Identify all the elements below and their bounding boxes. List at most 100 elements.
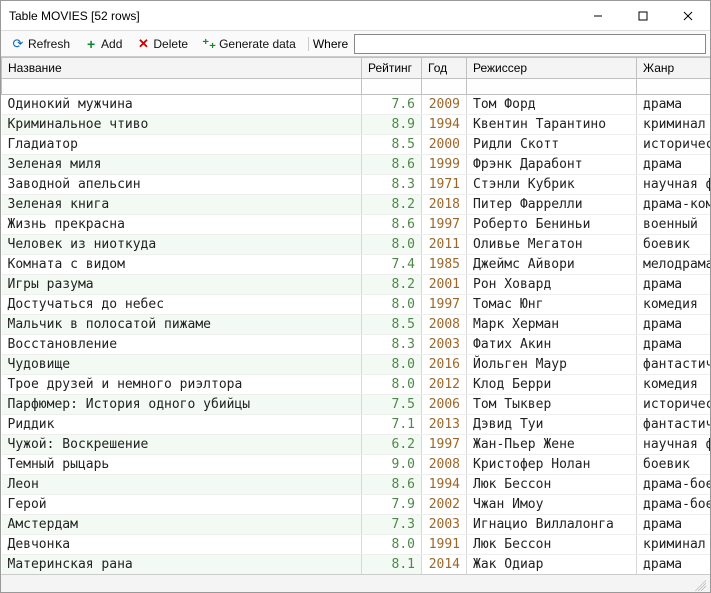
cell-title[interactable]: Человек из ниоткуда: [2, 235, 362, 255]
cell-director[interactable]: Питер Фаррелли: [467, 195, 637, 215]
cell-rating[interactable]: 8.0: [362, 375, 422, 395]
cell-rating[interactable]: 8.5: [362, 315, 422, 335]
table-row[interactable]: Чужой: Воскрешение6.21997Жан-Пьер Женена…: [2, 435, 711, 455]
cell-genre[interactable]: драма: [637, 515, 711, 535]
cell-genre[interactable]: научная фан: [637, 175, 711, 195]
filter-title[interactable]: [2, 79, 362, 95]
cell-director[interactable]: Ридли Скотт: [467, 135, 637, 155]
cell-title[interactable]: Восстановление: [2, 335, 362, 355]
close-button[interactable]: [665, 1, 710, 30]
cell-year[interactable]: 1994: [422, 475, 467, 495]
cell-rating[interactable]: 8.9: [362, 115, 422, 135]
cell-year[interactable]: 2003: [422, 335, 467, 355]
cell-genre[interactable]: драма: [637, 555, 711, 575]
cell-year[interactable]: 2013: [422, 415, 467, 435]
cell-director[interactable]: Жан-Пьер Жене: [467, 435, 637, 455]
cell-genre[interactable]: боевик: [637, 235, 711, 255]
cell-director[interactable]: Кристофер Нолан: [467, 455, 637, 475]
cell-rating[interactable]: 8.1: [362, 555, 422, 575]
cell-title[interactable]: Материнская рана: [2, 555, 362, 575]
cell-year[interactable]: 2003: [422, 515, 467, 535]
table-row[interactable]: Игры разума8.22001Рон Ховарддрама: [2, 275, 711, 295]
cell-title[interactable]: Трое друзей и немного риэлтора: [2, 375, 362, 395]
cell-year[interactable]: 1997: [422, 215, 467, 235]
cell-year[interactable]: 1985: [422, 255, 467, 275]
cell-year[interactable]: 1997: [422, 295, 467, 315]
cell-director[interactable]: Джеймс Айвори: [467, 255, 637, 275]
table-row[interactable]: Мальчик в полосатой пижаме8.52008Марк Хе…: [2, 315, 711, 335]
generate-data-button[interactable]: ⁺₊ Generate data: [196, 34, 302, 54]
cell-director[interactable]: Квентин Тарантино: [467, 115, 637, 135]
cell-year[interactable]: 2014: [422, 555, 467, 575]
table-row[interactable]: Девчонка8.01991Люк Бессонкриминал: [2, 535, 711, 555]
cell-title[interactable]: Риддик: [2, 415, 362, 435]
cell-genre[interactable]: исторически: [637, 135, 711, 155]
cell-title[interactable]: Одинокий мужчина: [2, 95, 362, 115]
cell-rating[interactable]: 8.5: [362, 135, 422, 155]
cell-rating[interactable]: 7.1: [362, 415, 422, 435]
cell-director[interactable]: Оливье Мегатон: [467, 235, 637, 255]
cell-year[interactable]: 2006: [422, 395, 467, 415]
table-row[interactable]: Темный рыцарь9.02008Кристофер Ноланбоеви…: [2, 455, 711, 475]
cell-title[interactable]: Леон: [2, 475, 362, 495]
cell-year[interactable]: 2008: [422, 455, 467, 475]
cell-genre[interactable]: драма: [637, 275, 711, 295]
cell-title[interactable]: Девчонка: [2, 535, 362, 555]
cell-title[interactable]: Чужой: Воскрешение: [2, 435, 362, 455]
cell-genre[interactable]: драма-боеви: [637, 495, 711, 515]
cell-genre[interactable]: комедия: [637, 375, 711, 395]
cell-year[interactable]: 2016: [422, 355, 467, 375]
table-row[interactable]: Гладиатор8.52000Ридли Скоттисторически: [2, 135, 711, 155]
cell-director[interactable]: Марк Херман: [467, 315, 637, 335]
cell-rating[interactable]: 7.6: [362, 95, 422, 115]
cell-genre[interactable]: боевик: [637, 455, 711, 475]
cell-title[interactable]: Заводной апельсин: [2, 175, 362, 195]
table-row[interactable]: Криминальное чтиво8.91994Квентин Таранти…: [2, 115, 711, 135]
cell-title[interactable]: Мальчик в полосатой пижаме: [2, 315, 362, 335]
cell-title[interactable]: Зеленая книга: [2, 195, 362, 215]
cell-year[interactable]: 2009: [422, 95, 467, 115]
maximize-button[interactable]: [620, 1, 665, 30]
cell-genre[interactable]: драма: [637, 335, 711, 355]
cell-rating[interactable]: 6.2: [362, 435, 422, 455]
cell-year[interactable]: 2002: [422, 495, 467, 515]
cell-title[interactable]: Комната с видом: [2, 255, 362, 275]
cell-rating[interactable]: 8.6: [362, 475, 422, 495]
where-input[interactable]: [354, 34, 706, 54]
cell-year[interactable]: 2011: [422, 235, 467, 255]
cell-director[interactable]: Фатих Акин: [467, 335, 637, 355]
cell-year[interactable]: 2018: [422, 195, 467, 215]
cell-genre[interactable]: фантастичес: [637, 415, 711, 435]
cell-year[interactable]: 1999: [422, 155, 467, 175]
cell-director[interactable]: Дэвид Туи: [467, 415, 637, 435]
cell-title[interactable]: Темный рыцарь: [2, 455, 362, 475]
cell-rating[interactable]: 8.0: [362, 295, 422, 315]
cell-genre[interactable]: драма-боеви: [637, 475, 711, 495]
delete-button[interactable]: ✕ Delete: [130, 34, 194, 54]
table-row[interactable]: Восстановление8.32003Фатих Акиндрама: [2, 335, 711, 355]
cell-title[interactable]: Криминальное чтиво: [2, 115, 362, 135]
cell-director[interactable]: Том Тыквер: [467, 395, 637, 415]
cell-title[interactable]: Амстердам: [2, 515, 362, 535]
cell-director[interactable]: Рон Ховард: [467, 275, 637, 295]
cell-rating[interactable]: 8.3: [362, 335, 422, 355]
cell-director[interactable]: Клод Берри: [467, 375, 637, 395]
table-row[interactable]: Зеленая миля8.61999Фрэнк Дарабонтдрама: [2, 155, 711, 175]
cell-genre[interactable]: комедия: [637, 295, 711, 315]
cell-director[interactable]: Фрэнк Дарабонт: [467, 155, 637, 175]
col-header-rating[interactable]: Рейтинг: [362, 58, 422, 79]
cell-genre[interactable]: криминал: [637, 535, 711, 555]
table-row[interactable]: Леон8.61994Люк Бессондрама-боеви: [2, 475, 711, 495]
cell-director[interactable]: Чжан Имоу: [467, 495, 637, 515]
cell-rating[interactable]: 8.6: [362, 215, 422, 235]
col-header-director[interactable]: Режиссер: [467, 58, 637, 79]
table-row[interactable]: Риддик7.12013Дэвид Туифантастичес: [2, 415, 711, 435]
cell-title[interactable]: Зеленая миля: [2, 155, 362, 175]
table-row[interactable]: Человек из ниоткуда8.02011Оливье Мегатон…: [2, 235, 711, 255]
data-grid[interactable]: Название Рейтинг Год Режиссер Жанр Одино…: [1, 57, 710, 574]
cell-rating[interactable]: 8.0: [362, 355, 422, 375]
filter-rating[interactable]: [362, 79, 422, 95]
cell-rating[interactable]: 8.0: [362, 535, 422, 555]
cell-rating[interactable]: 7.4: [362, 255, 422, 275]
cell-director[interactable]: Томас Юнг: [467, 295, 637, 315]
